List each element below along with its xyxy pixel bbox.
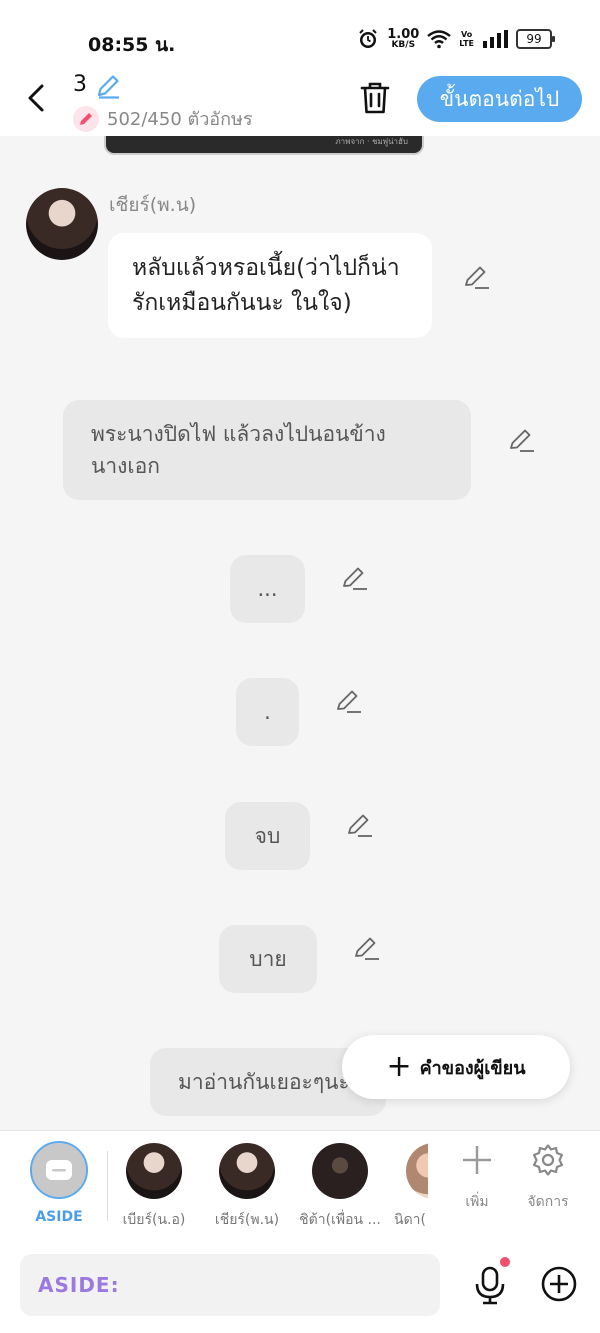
character-name: นิดา( — [394, 1212, 426, 1228]
character-name: เชียร์(พ.น) — [214, 1212, 280, 1228]
narration-bubble[interactable]: บาย — [219, 925, 317, 993]
microphone-icon[interactable] — [472, 1265, 508, 1305]
plus-icon — [463, 1146, 491, 1174]
narration-text: ... — [257, 577, 278, 601]
notification-dot — [500, 1257, 510, 1267]
trash-icon[interactable] — [358, 80, 392, 116]
narration-text: จบ — [254, 823, 281, 848]
edit-title-icon[interactable] — [94, 72, 122, 100]
narration-bubble[interactable]: พระนางปิดไฟ แล้วลงไปนอนข้างนางเอก — [63, 400, 471, 500]
chapter-number: 3 — [73, 72, 87, 97]
divider — [107, 1151, 108, 1221]
image-preview[interactable]: ภาพจาก · ชมพู่น่าฮับ — [104, 136, 424, 155]
pencil-icon — [73, 105, 99, 132]
back-arrow-icon[interactable] — [22, 81, 52, 115]
char-counter: 502/450 ตัวอักษร — [73, 104, 253, 133]
avatar — [126, 1143, 182, 1199]
image-caption: ภาพจาก · ชมพู่น่าฮับ — [335, 137, 408, 146]
character-bar: ASIDE เบียร์(น.อ) เชียร์(พ.น) ชิต้า(เพื่… — [0, 1130, 600, 1238]
narration-text: บาย — [249, 946, 287, 971]
edit-message-icon[interactable] — [352, 933, 382, 963]
narration-text: . — [264, 700, 271, 724]
plus-icon: + — [386, 1049, 412, 1084]
volte-indicator: Vo LTE — [459, 30, 474, 48]
character-name: ชิต้า(เพื่อน ... — [299, 1212, 381, 1228]
aside-chip[interactable] — [30, 1141, 88, 1199]
char-count-text: 502/450 ตัวอักษร — [107, 109, 253, 130]
narration-bubble[interactable]: ... — [230, 555, 305, 623]
narration-text: มาอ่านกันเยอะๆนะ — [178, 1069, 350, 1094]
dialogue-text: หลับแล้วหรอเนี้ย(ว่าไปก็น่ารักเหมือนกันน… — [132, 254, 400, 316]
dialogue-bubble[interactable]: หลับแล้วหรอเนี้ย(ว่าไปก็น่ารักเหมือนกันน… — [108, 233, 432, 338]
avatar — [219, 1143, 275, 1199]
composer: ASIDE: — [0, 1237, 600, 1333]
add-label: เพิ่ม — [465, 1194, 489, 1210]
avatar — [312, 1143, 368, 1199]
manage-label: จัดการ — [527, 1194, 569, 1210]
editor-header: 3 502/450 ตัวอักษร ขั้นตอนต่อไป — [0, 68, 600, 136]
edit-message-icon[interactable] — [334, 686, 364, 716]
edit-message-icon[interactable] — [507, 425, 537, 455]
author-note-button[interactable]: + คำของผู้เขียน — [342, 1035, 570, 1099]
speaker-name: เชียร์(พ.น) — [109, 194, 197, 216]
status-time: 08:55 น. — [88, 34, 176, 56]
add-circle-icon[interactable] — [540, 1265, 578, 1303]
status-icons: 1.00 KB/S Vo LTE 99 — [357, 27, 555, 50]
character-chip[interactable]: เบียร์(น.อ) — [112, 1143, 196, 1231]
character-chip[interactable]: นิดา( — [392, 1143, 428, 1231]
message-icon — [46, 1160, 72, 1180]
status-bar: 08:55 น. 1.00 KB/S Vo LTE 99 — [0, 0, 600, 68]
avatar — [406, 1143, 428, 1199]
net-speed: 1.00 KB/S — [387, 27, 420, 50]
battery-indicator: 99 — [516, 29, 555, 49]
narration-bubble[interactable]: . — [236, 678, 299, 746]
character-chip[interactable]: เชียร์(พ.น) — [205, 1143, 289, 1231]
add-character-button[interactable]: เพิ่ม — [445, 1143, 509, 1213]
author-note-label: คำของผู้เขียน — [419, 1057, 526, 1079]
edit-message-icon[interactable] — [345, 810, 375, 840]
signal-icon — [483, 30, 508, 48]
alarm-icon — [359, 29, 377, 48]
edit-message-icon[interactable] — [462, 262, 492, 292]
character-name: เบียร์(น.อ) — [122, 1212, 186, 1228]
gear-icon — [532, 1144, 564, 1176]
edit-message-icon[interactable] — [340, 563, 370, 593]
aside-label: ASIDE — [35, 1209, 83, 1225]
speaker-avatar[interactable] — [26, 188, 98, 260]
narration-bubble[interactable]: จบ — [225, 802, 310, 870]
character-chip[interactable]: ชิต้า(เพื่อน ... — [298, 1143, 382, 1231]
next-step-button[interactable]: ขั้นตอนต่อไป — [417, 76, 582, 122]
aside-prefix: ASIDE: — [38, 1273, 120, 1297]
narration-text: พระนางปิดไฟ แล้วลงไปนอนข้างนางเอก — [91, 422, 386, 478]
message-input[interactable]: ASIDE: — [20, 1254, 440, 1316]
wifi-icon — [427, 30, 452, 49]
manage-characters-button[interactable]: จัดการ — [516, 1143, 580, 1213]
